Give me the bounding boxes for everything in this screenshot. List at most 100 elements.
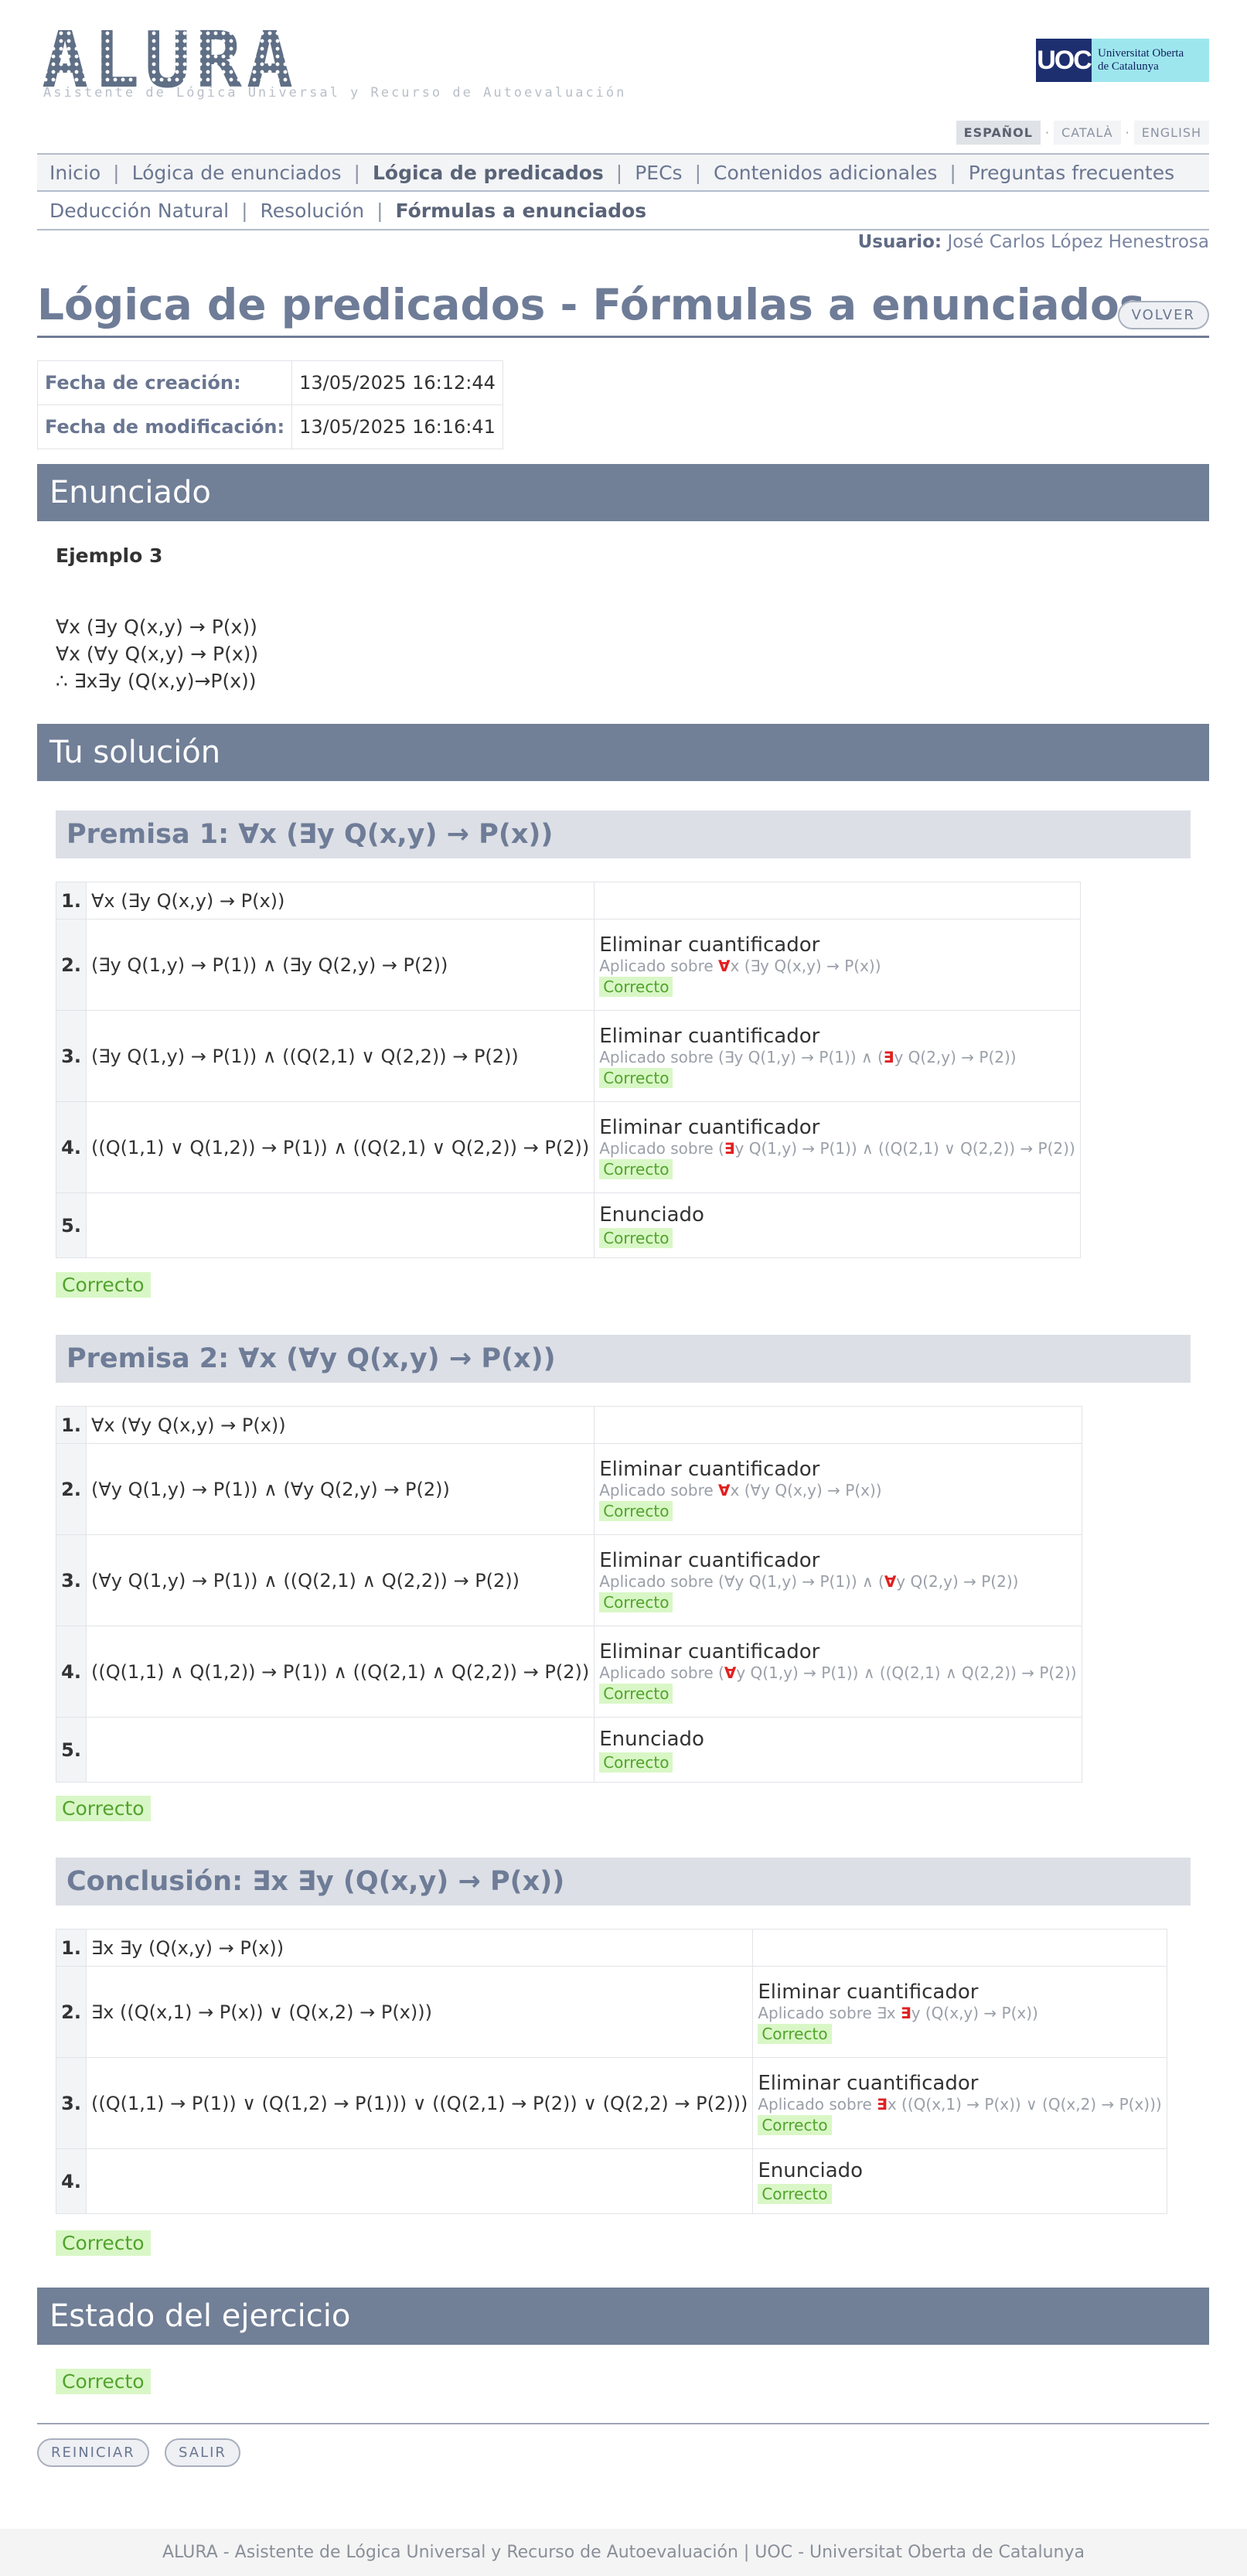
lang-separator: · xyxy=(1044,125,1050,140)
step-justification xyxy=(594,1406,1082,1444)
menu-formulas-enunciados[interactable]: Fórmulas a enunciados xyxy=(383,200,659,222)
step-number: 1. xyxy=(56,882,87,920)
table-row: 3. (∀y Q(1,y) → P(1)) ∧ ((Q(2,1) ∧ Q(2,2)… xyxy=(56,1534,1082,1626)
user-label: Usuario: xyxy=(857,232,942,252)
table-row: 5. Enunciado Correcto xyxy=(56,1717,1082,1783)
uoc-name-line2: de Catalunya xyxy=(1098,60,1159,73)
reiniciar-button[interactable]: REINICIAR xyxy=(37,2438,149,2467)
menu-pecs[interactable]: PECs xyxy=(622,162,694,184)
language-switcher: ESPAÑOL · CATALÀ · ENGLISH xyxy=(956,121,1209,145)
section-title: Conclusión: ∃x ∃y (Q(x,y) → P(x)) xyxy=(56,1858,1191,1906)
step-rule: Enunciado xyxy=(599,1203,704,1227)
step-formula xyxy=(85,2148,754,2214)
enunciado-line: ∴ ∃x∃y (Q(x,y)→P(x)) xyxy=(56,670,257,692)
table-row: 1. ∃x ∃y (Q(x,y) → P(x)) xyxy=(56,1929,1167,1967)
step-justification: Eliminar cuantificador Aplicado sobre (∃y… xyxy=(594,1010,1081,1102)
step-rule: Eliminar cuantificador xyxy=(599,1024,820,1048)
table-row: 2. (∀y Q(1,y) → P(1)) ∧ (∀y Q(2,y) → P(2)… xyxy=(56,1443,1082,1535)
applied-prefix: Aplicado sobre xyxy=(599,1571,714,1591)
step-number: 4. xyxy=(56,1101,87,1193)
status-badge: Correcto xyxy=(599,1067,673,1088)
applied-post: y (Q(x,y) → P(x)) xyxy=(911,2003,1038,2022)
step-applied: Aplicado sobre ∀x (∃y Q(x,y) → P(x)) xyxy=(599,957,1075,975)
user-info: Usuario: José Carlos López Henestrosa xyxy=(858,232,1209,252)
status-badge: Correcto xyxy=(599,976,673,997)
applied-post: y Q(2,y) → P(2)) xyxy=(896,1571,1019,1591)
applied-post: y Q(1,y) → P(1)) ∧ ((Q(2,1) ∧ Q(2,2)) → … xyxy=(736,1663,1077,1682)
table-row: Fecha de creación: 13/05/2025 16:12:44 xyxy=(36,360,503,405)
table-row: 3. ((Q(1,1) → P(1)) ∨ (Q(1,2) → P(1))) ∨ … xyxy=(56,2057,1167,2149)
step-justification xyxy=(752,1929,1167,1967)
alura-logo[interactable]: ALURA Asistente de Lógica Universal y Re… xyxy=(42,22,624,114)
step-rule: Eliminar cuantificador xyxy=(599,1548,820,1572)
step-number: 4. xyxy=(56,2148,87,2214)
step-number: 3. xyxy=(56,1534,87,1626)
menu-logica-enunciados[interactable]: Lógica de enunciados xyxy=(120,162,354,184)
step-rule: Eliminar cuantificador xyxy=(599,1457,820,1481)
step-applied: Aplicado sobre (∃y Q(1,y) → P(1)) ∧ ((Q(… xyxy=(599,1139,1075,1158)
applied-prefix: Aplicado sobre xyxy=(758,2094,872,2114)
menu-separator: | xyxy=(949,161,956,184)
step-rule: Enunciado xyxy=(599,1727,704,1751)
applied-highlight: ∀ xyxy=(884,1571,897,1591)
step-formula: (∀y Q(1,y) → P(1)) ∧ ((Q(2,1) ∧ Q(2,2)) … xyxy=(85,1534,595,1626)
step-number: 4. xyxy=(56,1626,87,1718)
user-name: José Carlos López Henestrosa xyxy=(947,232,1209,252)
menu-logica-predicados[interactable]: Lógica de predicados xyxy=(360,162,616,184)
step-number: 2. xyxy=(56,919,87,1011)
status-badge: Correcto xyxy=(599,1227,673,1248)
step-formula: ∃x ((Q(x,1) → P(x)) ∨ (Q(x,2) → P(x))) xyxy=(85,1966,754,2058)
section-title: Premisa 2: ∀x (∀y Q(x,y) → P(x)) xyxy=(56,1335,1191,1383)
lang-catala[interactable]: CATALÀ xyxy=(1054,121,1121,145)
lang-separator: · xyxy=(1125,125,1129,140)
menu-resolucion[interactable]: Resolución xyxy=(248,200,377,222)
status-badge: Correcto xyxy=(758,2183,832,2204)
enunciado-line: ∀x (∀y Q(x,y) → P(x)) xyxy=(56,643,259,665)
volver-button[interactable]: VOLVER xyxy=(1117,301,1209,329)
step-formula xyxy=(85,1192,595,1258)
step-justification: Eliminar cuantificador Aplicado sobre (∀y… xyxy=(594,1534,1082,1626)
step-justification: Eliminar cuantificador Aplicado sobre (∀y… xyxy=(594,1626,1082,1718)
step-applied: Aplicado sobre ∀x (∀y Q(x,y) → P(x)) xyxy=(599,1481,1076,1500)
table-row: 4. Enunciado Correcto xyxy=(56,2148,1167,2214)
divider xyxy=(37,2423,1209,2424)
uoc-name: Universitat Oberta de Catalunya xyxy=(1092,47,1184,73)
table-row: 2. ∃x ((Q(x,1) → P(x)) ∨ (Q(x,2) → P(x)))… xyxy=(56,1966,1167,2058)
applied-highlight: ∀ xyxy=(724,1663,737,1682)
enunciado-heading: Enunciado xyxy=(37,464,1209,521)
applied-highlight: ∃ xyxy=(724,1138,735,1158)
applied-highlight: ∃ xyxy=(877,2094,888,2114)
table-row: 4. ((Q(1,1) ∧ Q(1,2)) → P(1)) ∧ ((Q(2,1) … xyxy=(56,1626,1082,1718)
section-result: Correcto xyxy=(56,1796,151,1821)
step-rule: Eliminar cuantificador xyxy=(599,1639,820,1663)
menu-deduccion-natural[interactable]: Deducción Natural xyxy=(37,200,241,222)
status-badge: Correcto xyxy=(599,1500,673,1521)
salir-button[interactable]: SALIR xyxy=(165,2438,240,2467)
step-rule: Eliminar cuantificador xyxy=(758,1980,979,2004)
step-number: 1. xyxy=(56,1929,87,1967)
menu-inicio[interactable]: Inicio xyxy=(37,162,113,184)
step-rule: Eliminar cuantificador xyxy=(599,1115,820,1139)
step-number: 3. xyxy=(56,2057,87,2149)
menu-separator: | xyxy=(113,161,120,184)
applied-post: x (∃y Q(x,y) → P(x)) xyxy=(730,956,881,975)
step-formula: (∃y Q(1,y) → P(1)) ∧ (∃y Q(2,y) → P(2)) xyxy=(85,919,595,1011)
lang-espanol[interactable]: ESPAÑOL xyxy=(956,121,1041,145)
table-row: 4. ((Q(1,1) ∨ Q(1,2)) → P(1)) ∧ ((Q(2,1) … xyxy=(56,1101,1081,1193)
step-rule: Enunciado xyxy=(758,2158,864,2182)
modified-label: Fecha de modificación: xyxy=(36,404,293,449)
primary-menu: Inicio | Lógica de enunciados | Lógica d… xyxy=(37,153,1209,192)
applied-highlight: ∃ xyxy=(901,2003,911,2022)
applied-prefix: Aplicado sobre xyxy=(599,1480,714,1500)
enunciado-line: ∀x (∃y Q(x,y) → P(x)) xyxy=(56,616,257,638)
menu-contenidos[interactable]: Contenidos adicionales xyxy=(701,162,949,184)
applied-pre: (∃y Q(1,y) → P(1)) ∧ ( xyxy=(718,1047,884,1066)
solution-heading: Tu solución xyxy=(37,724,1209,781)
menu-preguntas[interactable]: Preguntas frecuentes xyxy=(956,162,1187,184)
lang-english[interactable]: ENGLISH xyxy=(1133,121,1209,145)
estado-heading: Estado del ejercicio xyxy=(37,2288,1209,2345)
step-justification: Enunciado Correcto xyxy=(594,1717,1082,1783)
uoc-logo[interactable]: UOC Universitat Oberta de Catalunya xyxy=(1036,39,1209,82)
step-number: 2. xyxy=(56,1966,87,2058)
step-applied: Aplicado sobre (∃y Q(1,y) → P(1)) ∧ (∃y … xyxy=(599,1048,1075,1066)
